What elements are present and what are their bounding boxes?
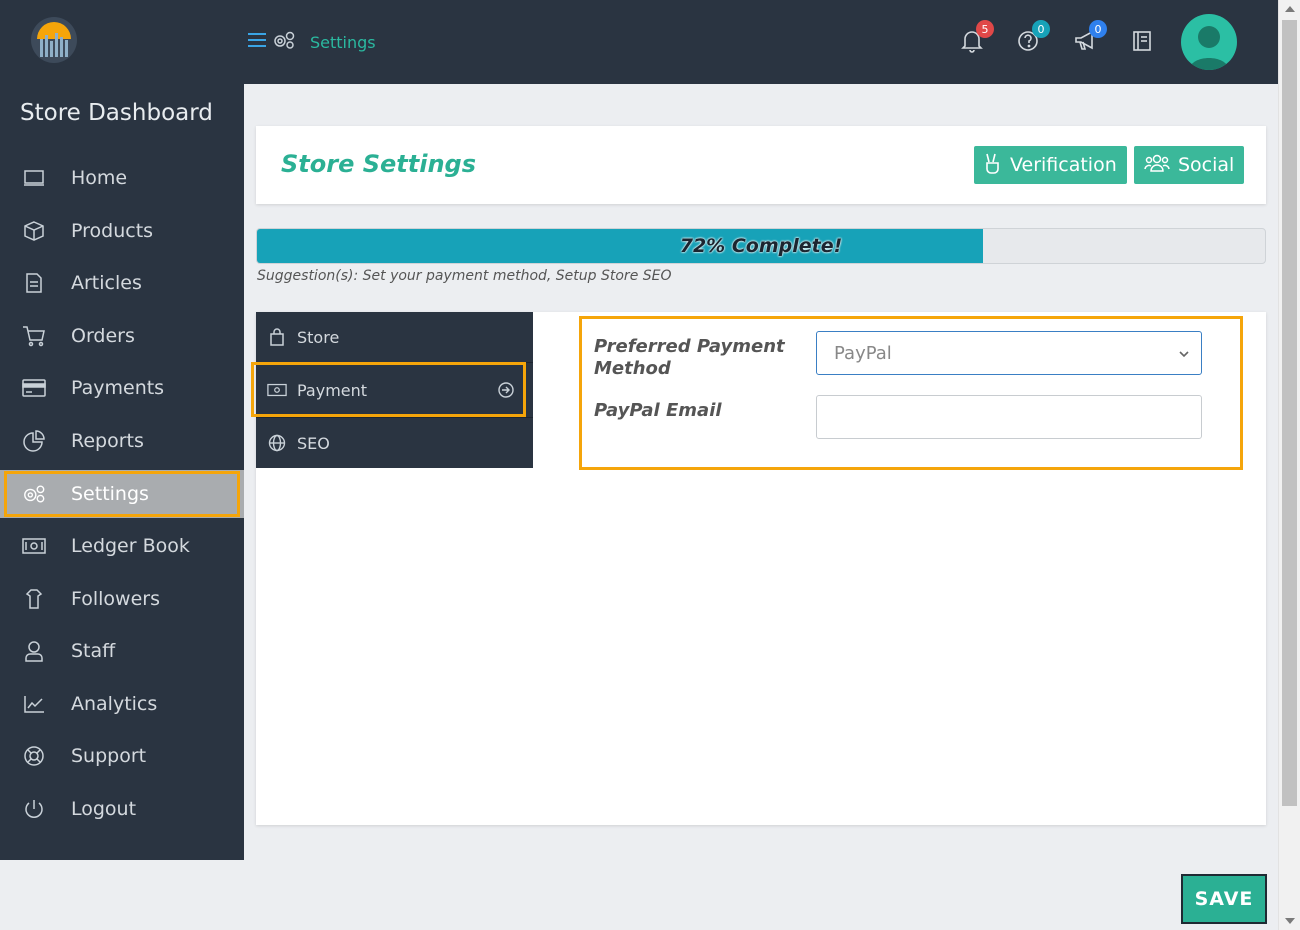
completion-progress-bar: 72% Complete! [256, 228, 1266, 264]
book-icon [1133, 31, 1151, 51]
ledger-button[interactable] [1132, 30, 1162, 60]
help-badge: 0 [1032, 20, 1050, 38]
sidebar-item-label: Followers [71, 588, 160, 610]
verification-label: Verification [1010, 154, 1117, 176]
line-chart-icon [22, 692, 46, 716]
page-header: Store Settings Verification Social [256, 126, 1266, 204]
users-icon [1144, 153, 1170, 178]
payment-method-label: Preferred Payment Method [594, 336, 785, 379]
avatar[interactable] [1181, 14, 1237, 70]
sidebar-item-label: Payments [71, 377, 165, 399]
highlight-settings [4, 471, 240, 517]
sidebar-item-label: Reports [71, 430, 144, 452]
sidebar-item-products[interactable]: Products [0, 207, 244, 255]
social-label: Social [1178, 154, 1235, 176]
breadcrumb-label[interactable]: Settings [310, 33, 376, 52]
tab-seo[interactable]: SEO [256, 417, 533, 468]
sidebar-item-label: Home [71, 167, 128, 189]
sidebar-item-analytics[interactable]: Analytics [0, 680, 244, 728]
sidebar-item-label: Orders [71, 325, 135, 347]
monitor-icon [22, 166, 46, 190]
highlight-payment-tab [251, 362, 526, 417]
announcements-badge: 0 [1089, 20, 1107, 38]
power-icon [22, 797, 46, 821]
gears-icon [272, 30, 296, 54]
sidebar-item-label: Staff [71, 640, 116, 662]
sidebar-item-followers[interactable]: Followers [0, 575, 244, 623]
social-button[interactable]: Social [1134, 146, 1245, 184]
announcements-button[interactable]: 0 [1073, 20, 1107, 58]
page-title: Store Settings [281, 150, 476, 178]
sidebar-item-home[interactable]: Home [0, 154, 244, 202]
sidebar-item-payments[interactable]: Payments [0, 364, 244, 412]
sidebar-item-reports[interactable]: Reports [0, 417, 244, 465]
lifebuoy-icon [22, 744, 46, 768]
sidebar-item-staff[interactable]: Staff [0, 627, 244, 675]
user-icon [22, 639, 46, 663]
victory-hand-icon [984, 152, 1002, 179]
sidebar-item-label: Support [71, 745, 147, 767]
shirt-icon [22, 587, 46, 611]
cart-icon [22, 324, 46, 348]
paypal-email-input[interactable] [816, 395, 1202, 439]
notifications-badge: 5 [976, 20, 994, 38]
bag-icon [267, 327, 287, 347]
document-icon [22, 271, 46, 295]
top-bar: Settings 5 0 0 [0, 0, 1278, 84]
sidebar-item-label: Logout [71, 798, 137, 820]
sidebar-item-label: Products [71, 220, 154, 242]
chevron-down-icon [1177, 345, 1191, 366]
save-button[interactable]: SAVE [1181, 874, 1267, 924]
sidebar-item-label: Ledger Book [71, 535, 190, 557]
tab-store[interactable]: Store [256, 312, 533, 362]
verification-button[interactable]: Verification [974, 146, 1127, 184]
credit-card-icon [22, 376, 46, 400]
tab-label: SEO [297, 433, 330, 453]
globe-icon [267, 433, 287, 453]
sidebar-item-logout[interactable]: Logout [0, 785, 244, 833]
sidebar-item-label: Articles [71, 272, 142, 294]
notifications-button[interactable]: 5 [960, 20, 994, 58]
paypal-email-label: PayPal Email [594, 400, 722, 421]
hamburger-menu-icon[interactable] [248, 32, 266, 52]
sidebar-title: Store Dashboard [20, 100, 213, 126]
store-logo[interactable] [31, 17, 77, 63]
sidebar-item-label: Analytics [71, 693, 158, 715]
payment-method-select[interactable]: PayPal [816, 331, 1202, 375]
suggestion-text: Suggestion(s): Set your payment method, … [257, 268, 672, 284]
sidebar-item-ledger-book[interactable]: Ledger Book [0, 522, 244, 570]
box-icon [22, 219, 46, 243]
scroll-down-arrow-icon[interactable] [1283, 915, 1297, 927]
sidebar-item-support[interactable]: Support [0, 732, 244, 780]
scroll-up-arrow-icon[interactable] [1283, 3, 1297, 15]
pie-chart-icon [22, 429, 46, 453]
money-icon [22, 534, 46, 558]
payment-method-value: PayPal [834, 342, 892, 364]
user-avatar-icon [1189, 26, 1229, 70]
sidebar-item-orders[interactable]: Orders [0, 312, 244, 360]
progress-label: 72% Complete! [679, 235, 843, 257]
scrollbar-thumb[interactable] [1282, 20, 1297, 806]
tab-label: Store [297, 327, 340, 347]
help-button[interactable]: 0 [1016, 20, 1050, 58]
sidebar-item-articles[interactable]: Articles [0, 259, 244, 307]
breadcrumb: Settings [248, 30, 376, 54]
